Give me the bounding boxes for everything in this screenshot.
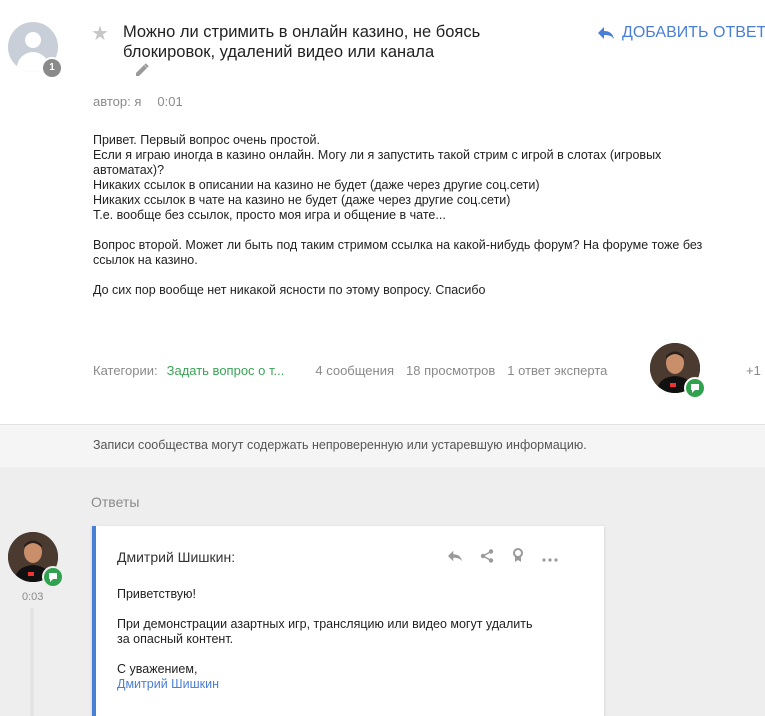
categories-label: Категории:: [93, 363, 158, 378]
add-answer-button[interactable]: ДОБАВИТЬ ОТВЕТ: [598, 24, 765, 42]
meta-time[interactable]: 0:01: [157, 94, 182, 109]
answer-timeline: [30, 608, 34, 716]
plus-one-button[interactable]: +1: [746, 363, 761, 378]
answers-label: Ответы: [91, 494, 140, 510]
question-body-paragraph: До сих пор вообще нет никакой ясности по…: [93, 283, 486, 297]
more-icon[interactable]: [542, 549, 558, 567]
question-body-paragraph: Привет. Первый вопрос очень простой. Если…: [93, 133, 662, 222]
answer-content: Приветствую! При демонстрации азартных и…: [117, 587, 537, 692]
category-link[interactable]: Задать вопрос о т...: [167, 363, 285, 378]
answer-actions: [448, 548, 558, 568]
pencil-icon[interactable]: [135, 63, 149, 82]
reply-arrow-icon: [598, 27, 614, 39]
answer-author[interactable]: Дмитрий Шишкин:: [117, 549, 235, 565]
notice-text: Записи сообщества могут содержать непров…: [93, 438, 587, 452]
answer-card: Дмитрий Шишкин: Приветствую! При демонст…: [92, 526, 604, 716]
answer-paragraph: При демонстрации азартных игр, трансляци…: [117, 617, 533, 646]
add-answer-label: ДОБАВИТЬ ОТВЕТ: [622, 24, 765, 41]
expert-badge-icon: [42, 566, 64, 588]
share-icon[interactable]: [480, 548, 494, 568]
question-body-paragraph: Вопрос второй. Может ли быть под таким с…: [93, 238, 703, 267]
answer-greeting: Приветствую!: [117, 587, 196, 601]
messages-count: 4 сообщения: [315, 363, 395, 378]
question-meta: автор: я 0:01: [93, 94, 183, 109]
expert-answers-count: 1 ответ эксперта: [507, 363, 608, 378]
answer-signature-link[interactable]: Дмитрий Шишкин: [117, 677, 537, 692]
question-stats: Категории: Задать вопрос о т... 4 сообще…: [93, 363, 607, 378]
star-icon[interactable]: ★: [91, 24, 109, 44]
views-count: 18 просмотров: [406, 363, 496, 378]
expert-badge-icon: [684, 377, 706, 399]
user-count-badge: 1: [41, 57, 63, 79]
award-icon[interactable]: [512, 548, 524, 568]
reply-arrow-icon[interactable]: [448, 549, 462, 567]
community-notice: Записи сообщества могут содержать непров…: [0, 424, 765, 468]
question-body: Привет. Первый вопрос очень простой. Если…: [93, 133, 733, 313]
answer-time[interactable]: 0:03: [22, 591, 43, 603]
meta-author: автор: я: [93, 94, 142, 109]
answer-sign-off: С уважением,: [117, 662, 198, 676]
person-icon-head: [25, 32, 41, 48]
question-title: Можно ли стримить в онлайн казино, не бо…: [123, 23, 481, 61]
